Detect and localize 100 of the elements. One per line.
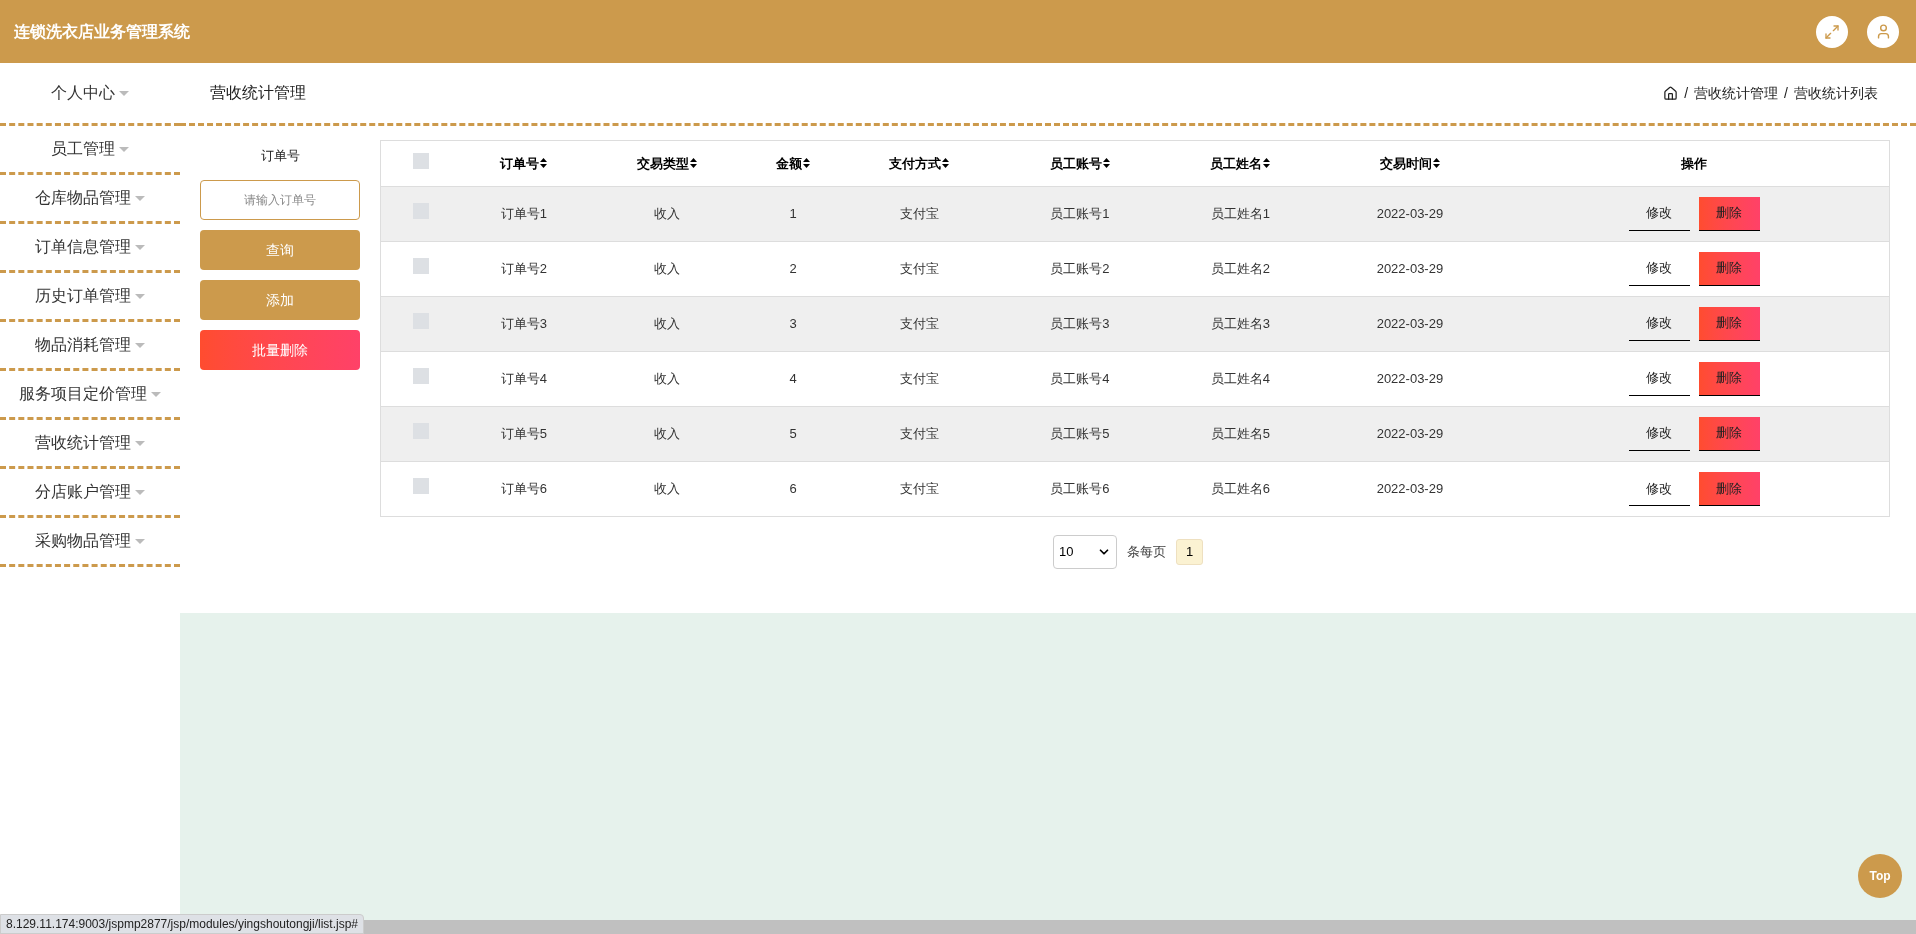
edit-button[interactable]: 修改 <box>1628 251 1690 286</box>
order-number-field[interactable]: 请输入订单号 <box>200 180 360 220</box>
table-cell: 4 <box>789 370 797 386</box>
sort-icon <box>1263 158 1271 169</box>
edit-button[interactable]: 修改 <box>1628 416 1690 451</box>
caret-icon <box>135 244 145 250</box>
page-button[interactable]: 1 <box>1176 539 1203 565</box>
checkbox[interactable] <box>413 367 429 384</box>
delete-button[interactable]: 删除 <box>1698 306 1760 341</box>
fullscreen-button[interactable] <box>1816 15 1848 48</box>
caret-icon <box>119 90 129 96</box>
table-cell: 2022-03-29 <box>1376 481 1444 496</box>
table-cell: 订单号4 <box>500 370 548 386</box>
breadcrumb-separator: / <box>1784 83 1788 103</box>
breadcrumb-item[interactable]: 营收统计管理 <box>1694 82 1779 104</box>
sidebar-item[interactable]: 仓库物品管理 <box>0 175 180 224</box>
table-cell: 订单号3 <box>500 315 548 331</box>
table-cell: 2022-03-29 <box>1376 260 1444 276</box>
table-cell: 支付宝 <box>899 425 939 441</box>
caret-icon <box>135 489 145 495</box>
table-cell: 收入 <box>654 205 681 221</box>
table-cell: 支付宝 <box>899 481 939 496</box>
table-cell: 2022-03-29 <box>1376 205 1444 221</box>
delete-button[interactable]: 删除 <box>1698 251 1760 286</box>
column-header[interactable]: 订单号 <box>500 153 548 173</box>
table-cell: 收入 <box>654 481 681 496</box>
sidebar-item[interactable]: 采购物品管理 <box>0 518 180 567</box>
table-cell: 员工账号5 <box>1050 425 1110 441</box>
table-cell: 员工姓名4 <box>1210 370 1271 386</box>
table-cell: 订单号2 <box>500 260 548 276</box>
edit-button[interactable]: 修改 <box>1628 471 1690 506</box>
sort-icon <box>540 158 548 169</box>
table-cell: 员工账号2 <box>1050 260 1110 276</box>
delete-button[interactable]: 删除 <box>1698 196 1760 231</box>
table-cell: 支付宝 <box>899 205 939 221</box>
sidebar-item[interactable]: 个人中心 <box>0 63 180 126</box>
edit-button[interactable]: 修改 <box>1628 361 1690 396</box>
filter-label: 订单号 <box>259 147 301 165</box>
table-cell: 员工账号4 <box>1050 370 1110 386</box>
table-cell: 员工姓名3 <box>1210 315 1271 331</box>
delete-button[interactable]: 删除 <box>1698 471 1760 506</box>
sort-icon <box>1432 158 1440 169</box>
table-cell: 1 <box>789 205 797 221</box>
sidebar-item[interactable]: 营收统计管理 <box>0 420 180 469</box>
table-cell: 员工姓名2 <box>1210 260 1271 276</box>
column-header[interactable]: 员工姓名 <box>1210 153 1271 173</box>
sidebar-item[interactable]: 订单信息管理 <box>0 224 180 273</box>
app-title: 连锁洗衣店业务管理系统 <box>14 21 190 42</box>
table-cell: 2022-03-29 <box>1376 315 1444 331</box>
table-cell: 支付宝 <box>899 260 939 276</box>
checkbox[interactable] <box>413 478 429 494</box>
table-cell: 支付宝 <box>899 370 939 386</box>
breadcrumb-item[interactable]: 营收统计列表 <box>1794 82 1878 104</box>
caret-icon <box>151 391 161 397</box>
caret-icon <box>119 146 129 152</box>
column-header[interactable]: 支付方式 <box>889 153 950 173</box>
edit-button[interactable]: 修改 <box>1628 196 1690 231</box>
per-page-label: 条每页 <box>1127 543 1166 562</box>
delete-button[interactable]: 删除 <box>1698 361 1760 396</box>
sort-icon <box>803 158 811 169</box>
table-cell: 6 <box>789 481 797 496</box>
table-cell: 员工账号3 <box>1050 315 1110 331</box>
table-cell: 收入 <box>654 370 681 386</box>
page-size-select[interactable]: 10 <box>1053 535 1117 569</box>
edit-button[interactable]: 修改 <box>1628 306 1690 341</box>
table-cell: 订单号1 <box>500 205 548 221</box>
checkbox[interactable] <box>413 152 429 169</box>
sort-icon <box>942 158 950 169</box>
table-cell: 员工姓名5 <box>1210 425 1271 441</box>
table-cell: 员工账号1 <box>1050 205 1110 221</box>
column-header[interactable]: 交易类型 <box>637 153 698 173</box>
table-cell: 订单号6 <box>500 481 548 496</box>
breadcrumb-separator: / <box>1684 83 1689 103</box>
table-cell: 2 <box>789 260 797 276</box>
caret-icon <box>135 538 145 544</box>
delete-button[interactable]: 删除 <box>1698 416 1760 451</box>
column-header[interactable]: 员工账号 <box>1049 153 1110 173</box>
sidebar-item[interactable]: 分店账户管理 <box>0 469 180 518</box>
table-cell: 5 <box>789 425 797 441</box>
expand-icon <box>1824 23 1840 40</box>
table-cell: 收入 <box>654 260 681 276</box>
user-button[interactable] <box>1867 15 1899 48</box>
sidebar-item[interactable]: 历史订单管理 <box>0 273 180 322</box>
column-header[interactable]: 交易时间 <box>1379 153 1440 173</box>
sidebar-item[interactable]: 员工管理 <box>0 126 180 175</box>
checkbox[interactable] <box>413 257 429 274</box>
table-cell: 2022-03-29 <box>1376 425 1444 441</box>
table-cell: 订单号5 <box>500 425 548 441</box>
sort-icon <box>1102 158 1110 169</box>
sidebar-item[interactable]: 物品消耗管理 <box>0 322 180 371</box>
home-icon[interactable] <box>1663 85 1679 101</box>
caret-icon <box>135 342 145 348</box>
column-header[interactable]: 金额 <box>776 153 811 173</box>
table-cell: 收入 <box>654 425 681 441</box>
column-header: 操作 <box>1681 155 1707 171</box>
sort-icon <box>690 158 698 169</box>
sidebar-item[interactable]: 服务项目定价管理 <box>0 371 180 420</box>
table-cell: 员工姓名1 <box>1210 205 1271 221</box>
table-cell: 员工账号6 <box>1050 481 1110 496</box>
caret-icon <box>135 195 145 201</box>
